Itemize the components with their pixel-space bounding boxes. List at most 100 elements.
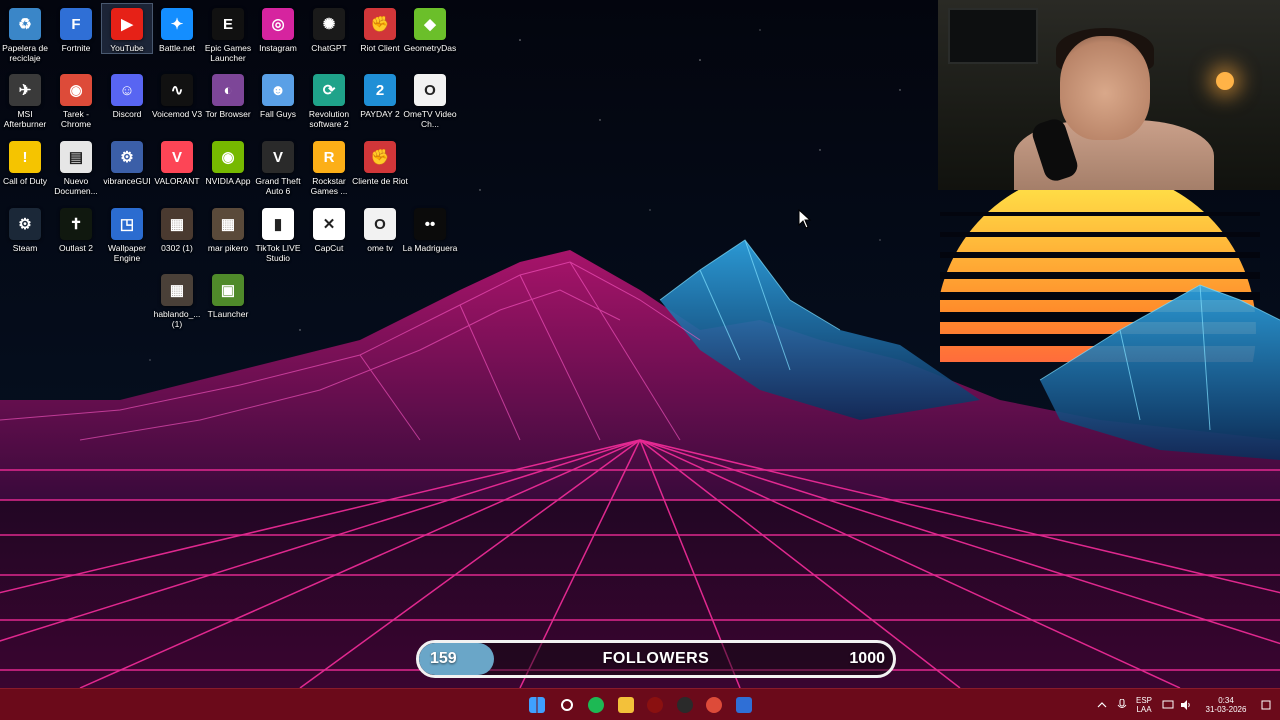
network-icon[interactable] <box>1160 689 1176 720</box>
keyboard-layout: LAA <box>1136 705 1152 714</box>
desktop-shortcut[interactable]: V VALORANT <box>152 137 202 186</box>
desktop-shortcut-label: VALORANT <box>154 176 200 186</box>
steam-icon: ⚙ <box>9 208 41 240</box>
desktop-shortcut[interactable]: ◳ Wallpaper Engine <box>102 204 152 263</box>
battlenet-icon: ✦ <box>161 8 193 40</box>
rockstar-icon: R <box>313 141 345 173</box>
video-thumbnail-icon: ▦ <box>212 208 244 240</box>
revolution-software-icon: ⟳ <box>313 74 345 106</box>
desktop-shortcut[interactable]: ▦ 0302 (1) <box>152 204 202 253</box>
webcam-background-lamp <box>1216 72 1234 90</box>
youtube-icon: ▶ <box>111 8 143 40</box>
desktop-shortcut-label: hablando_... (1) <box>153 309 201 329</box>
desktop-shortcut[interactable]: ☺ Discord <box>102 70 152 119</box>
msi-afterburner-icon: ✈ <box>9 74 41 106</box>
video-thumbnail-icon: ▦ <box>161 208 193 240</box>
desktop-shortcut[interactable]: ◎ Instagram <box>253 4 303 53</box>
taskbar-button[interactable] <box>554 693 580 717</box>
desktop-shortcut[interactable]: E Epic Games Launcher <box>203 4 253 63</box>
desktop-shortcut-label: Steam <box>12 243 38 253</box>
taskbar-button[interactable] <box>731 693 757 717</box>
desktop-shortcut-label: Instagram <box>259 43 297 53</box>
volume-icon[interactable] <box>1178 689 1194 720</box>
desktop-shortcut[interactable]: ♻ Papelera de reciclaje <box>0 4 50 63</box>
desktop-shortcut-label: Fortnite <box>61 43 91 53</box>
tiktok-live-icon: ▮ <box>262 208 294 240</box>
desktop-shortcut[interactable]: ▣ TLauncher <box>203 270 253 319</box>
taskbar-button[interactable] <box>642 693 668 717</box>
notifications-icon[interactable] <box>1258 689 1274 720</box>
desktop-shortcut[interactable]: ✺ ChatGPT <box>304 4 354 53</box>
desktop-shortcut-label: Rockstar Games ... <box>310 176 348 196</box>
chrome-icon <box>706 697 722 713</box>
followers-goal-count: 1000 <box>849 650 885 667</box>
desktop-shortcut-label: Riot Client <box>360 43 400 53</box>
desktop-shortcut-label: CapCut <box>314 243 344 253</box>
desktop-shortcut[interactable]: ✊ Cliente de Riot <box>352 137 408 186</box>
desktop-shortcut-label: TikTok LIVE Studio <box>255 243 301 263</box>
desktop-shortcut-label: Tarek - Chrome <box>60 109 92 129</box>
desktop-shortcut[interactable]: ✊ Riot Client <box>355 4 405 53</box>
payday2-icon: 2 <box>364 74 396 106</box>
desktop-shortcut[interactable]: ! Call of Duty <box>0 137 50 186</box>
desktop-shortcut-label: Cliente de Riot <box>352 176 408 186</box>
language-indicator[interactable]: ESP LAA <box>1132 689 1156 720</box>
desktop-shortcut[interactable]: ⚙ Steam <box>0 204 50 253</box>
desktop-shortcut[interactable]: ◉ NVIDIA App <box>203 137 253 186</box>
desktop-shortcut[interactable]: ✈ MSI Afterburner <box>0 70 50 129</box>
desktop-shortcut[interactable]: ▮ TikTok LIVE Studio <box>253 204 303 263</box>
desktop-shortcut[interactable]: V Grand Theft Auto 6 <box>253 137 303 196</box>
ometv-icon: O <box>414 74 446 106</box>
warning-icon: ! <box>9 141 41 173</box>
video-thumbnail-icon: ▦ <box>161 274 193 306</box>
chatgpt-icon: ✺ <box>313 8 345 40</box>
followers-title: FOLLOWERS <box>602 650 710 667</box>
show-hidden-icons-chevron-icon[interactable] <box>1094 689 1110 720</box>
desktop-shortcut[interactable]: ▶ YouTube <box>101 3 153 54</box>
desktop-shortcut-label: Grand Theft Auto 6 <box>255 176 301 196</box>
fortnite-icon <box>735 697 752 713</box>
riot-client-icon: ✊ <box>364 8 396 40</box>
desktop-shortcut[interactable]: Oome tv <box>355 204 405 253</box>
microphone-tray-icon[interactable] <box>1114 689 1130 720</box>
clock[interactable]: 0:34 31-03-2026 <box>1198 689 1254 720</box>
spotify-icon <box>588 697 604 713</box>
desktop-shortcut[interactable]: ⟳ Revolution software 2 <box>304 70 354 129</box>
desktop-shortcut-label: Outlast 2 <box>58 243 94 253</box>
desktop-shortcut[interactable]: ▦ mar pikero <box>203 204 253 253</box>
voicemod-icon: ∿ <box>161 74 193 106</box>
desktop-shortcut-label: Papelera de reciclaje <box>2 43 48 63</box>
desktop-shortcut[interactable]: ◉ Tarek - Chrome <box>51 70 101 129</box>
taskbar-button[interactable] <box>672 693 698 717</box>
desktop-icon-grid: ♻ Papelera de reciclaje F Fortnite ▶ YouTube ✦… <box>0 0 457 340</box>
desktop-shortcut[interactable]: ∿ Voicemod V3 <box>152 70 202 119</box>
desktop-shortcut[interactable]: 2 PAYDAY 2 <box>355 70 405 119</box>
desktop-shortcut[interactable]: ✕ CapCut <box>304 204 354 253</box>
desktop-shortcut[interactable]: O OmeTV Video Ch... <box>403 70 457 129</box>
desktop-shortcut-label: YouTube <box>110 43 144 53</box>
desktop-shortcut-label: ome tv <box>367 243 393 253</box>
desktop-shortcut[interactable]: ✝ Outlast 2 <box>51 204 101 253</box>
desktop-shortcut[interactable]: ▤ Nuevo Documen... <box>51 137 101 196</box>
document-icon: ▤ <box>60 141 92 173</box>
taskbar-button[interactable] <box>613 693 639 717</box>
ometv-icon: O <box>364 208 396 240</box>
desktop-shortcut[interactable]: •• La Madriguera <box>403 204 457 253</box>
file-explorer-icon <box>617 697 634 713</box>
desktop-shortcut[interactable]: ▦ hablando_... (1) <box>152 270 202 329</box>
desktop-shortcut[interactable]: ◐ Tor Browser <box>203 70 253 119</box>
desktop-shortcut[interactable]: ⚙ vibranceGUI <box>102 137 152 186</box>
vibrance-gui-icon: ⚙ <box>111 141 143 173</box>
taskbar-button[interactable] <box>583 693 609 717</box>
desktop-shortcut[interactable]: ☻ Fall Guys <box>253 70 303 119</box>
taskbar: ESP LAA 0:34 31-03-2026 <box>0 688 1280 720</box>
desktop-shortcut[interactable]: ✦ Battle.net <box>152 4 202 53</box>
taskbar-button[interactable] <box>701 693 727 717</box>
language-code: ESP <box>1135 696 1152 705</box>
taskbar-button[interactable] <box>524 693 550 717</box>
recycle-bin-icon: ♻ <box>9 8 41 40</box>
desktop-shortcut[interactable]: R Rockstar Games ... <box>304 137 354 196</box>
riot-client-icon: ✊ <box>364 141 396 173</box>
desktop-shortcut[interactable]: F Fortnite <box>51 4 101 53</box>
desktop-shortcut[interactable]: ◆ GeometryDas <box>404 4 456 53</box>
